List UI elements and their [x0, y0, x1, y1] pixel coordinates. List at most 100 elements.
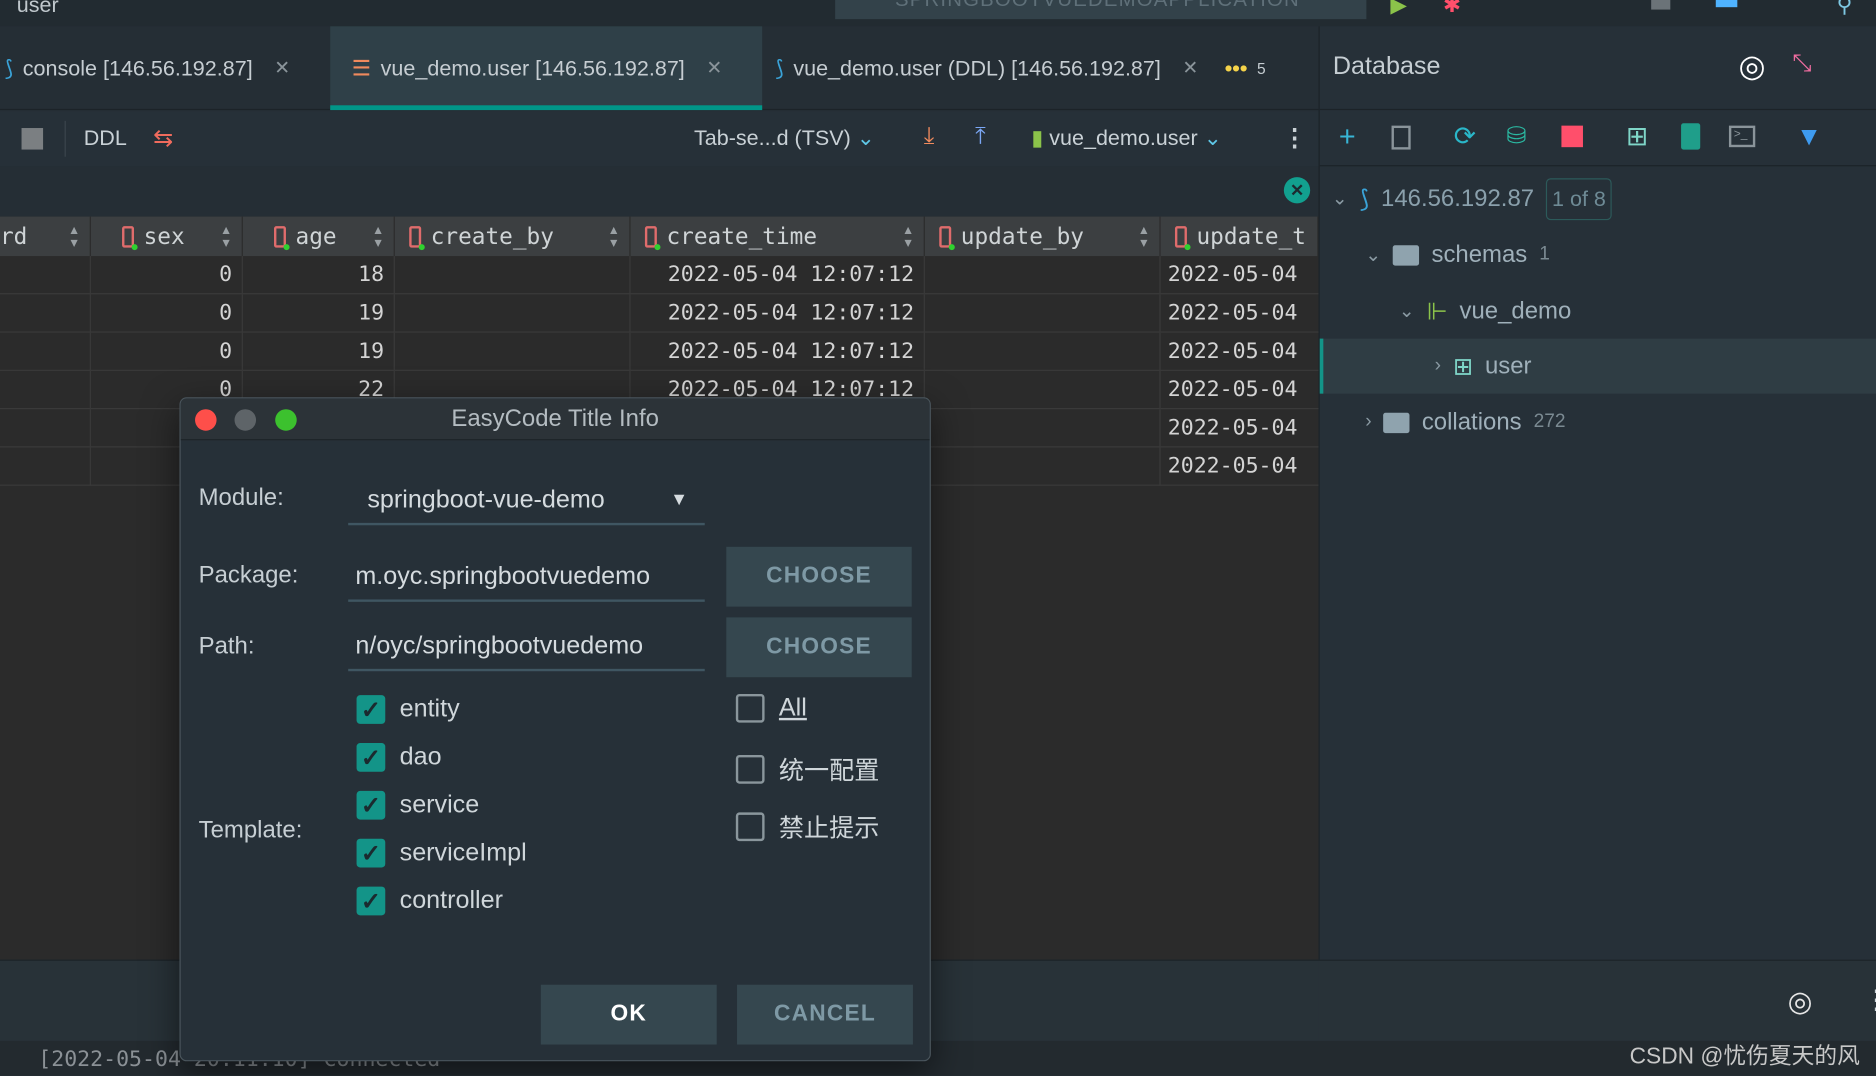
debug-icon[interactable]: ✱: [1443, 0, 1461, 18]
table-cell[interactable]: 19: [242, 332, 395, 371]
tab-vue-demo-user-ddl[interactable]: ⟆ vue_demo.user (DDL) [146.56.192.87] ✕ …: [775, 26, 1301, 110]
column-header-age[interactable]: age ▲ ▼: [242, 216, 395, 257]
more-options-icon[interactable]: ⋮: [1864, 48, 1876, 79]
table-cell[interactable]: [924, 447, 1161, 486]
module-select[interactable]: springboot-vue-demo ▼: [348, 475, 705, 526]
template-checkbox-service[interactable]: ✓ service: [356, 790, 479, 820]
column-header-password[interactable]: rd ▲ ▼: [0, 216, 91, 257]
table-cell[interactable]: [394, 256, 631, 295]
template-checkbox-controller[interactable]: ✓ controller: [356, 886, 503, 916]
package-input[interactable]: m.oyc.springbootvuedemo: [348, 552, 705, 602]
tree-item-host[interactable]: ⌄ ⟆ 146.56.192.87 1 of 8: [1332, 171, 1612, 226]
checkbox-icon[interactable]: [735, 693, 765, 723]
option-checkbox[interactable]: All: [735, 693, 807, 723]
table-cell[interactable]: [924, 370, 1161, 410]
sort-icon[interactable]: ▲ ▼: [905, 223, 912, 249]
path-input[interactable]: n/oyc/springbootvuedemo: [348, 621, 705, 672]
choose-path-button[interactable]: CHOOSE: [726, 617, 912, 678]
table-cell[interactable]: 18: [242, 256, 395, 295]
checkbox-icon[interactable]: ✓: [356, 695, 386, 724]
filter-icon[interactable]: ▼: [1796, 121, 1822, 152]
table-cell[interactable]: 0: [90, 332, 243, 371]
more-options-icon[interactable]: ⋮: [1863, 985, 1876, 1016]
table-icon[interactable]: ⊞: [1626, 121, 1648, 152]
add-icon[interactable]: +: [1339, 121, 1356, 155]
search-icon[interactable]: ⚲: [1837, 0, 1853, 18]
table-cell[interactable]: 2022-05-04 12:07:12: [630, 294, 925, 333]
choose-package-button[interactable]: CHOOSE: [726, 546, 912, 607]
console-icon[interactable]: >_: [1728, 125, 1756, 148]
template-checkbox-entity[interactable]: ✓ entity: [356, 695, 460, 724]
option-checkbox[interactable]: 统一配置: [735, 751, 879, 787]
breadcrumb[interactable]: user: [17, 0, 59, 18]
tree-item-schemas[interactable]: ⌄ schemas 1: [1365, 227, 1550, 282]
tree-item-vue-demo[interactable]: ⌄ ⊩ vue_demo: [1399, 284, 1572, 339]
table-cell[interactable]: 2022-05-04: [1160, 447, 1319, 486]
tree-item-collations[interactable]: › collations 272: [1365, 395, 1565, 450]
run-icon[interactable]: ▶: [1390, 0, 1407, 18]
clear-icon[interactable]: ✕: [1283, 177, 1311, 204]
target-icon[interactable]: ◎: [1788, 985, 1813, 1020]
checkbox-icon[interactable]: [735, 812, 765, 842]
table-cell[interactable]: 2022-05-04: [1160, 371, 1319, 410]
close-window-button[interactable]: [195, 409, 217, 431]
stop-icon[interactable]: [21, 128, 44, 150]
import-icon[interactable]: ⤒: [975, 123, 986, 151]
column-header-create-by[interactable]: create_by ▲ ▼: [394, 216, 631, 257]
tab-vue-demo-user[interactable]: ☰ vue_demo.user [146.56.192.87] ✕: [330, 26, 763, 111]
extractor-dropdown[interactable]: Tab-se...d (TSV) ⌄: [694, 126, 875, 151]
structure-icon[interactable]: [1715, 0, 1738, 8]
schema-search-icon[interactable]: ⛁: [1506, 121, 1526, 151]
table-cell[interactable]: [924, 409, 1161, 448]
table-cell[interactable]: [0, 370, 91, 410]
sort-icon[interactable]: ▲ ▼: [223, 223, 230, 249]
table-cell[interactable]: 0: [90, 294, 243, 333]
table-cell[interactable]: [924, 332, 1161, 371]
sort-icon[interactable]: ▲ ▼: [71, 223, 78, 249]
table-cell[interactable]: 2022-05-04: [1160, 333, 1319, 371]
checkbox-icon[interactable]: ✓: [356, 743, 386, 772]
table-cell[interactable]: 2022-05-04: [1160, 294, 1319, 333]
column-header-update-by[interactable]: update_by ▲ ▼: [924, 216, 1161, 257]
sort-icon[interactable]: ▲ ▼: [374, 223, 381, 249]
tree-item-user-selected[interactable]: [1319, 338, 1876, 394]
checkbox-icon[interactable]: ✓: [356, 838, 386, 868]
stop-icon[interactable]: [1651, 0, 1671, 10]
template-checkbox-dao[interactable]: ✓ dao: [356, 743, 442, 772]
table-cell[interactable]: [0, 447, 91, 486]
compare-icon[interactable]: ⇆: [153, 123, 173, 153]
table-cell[interactable]: 0: [90, 256, 243, 295]
table-cell[interactable]: 2022-05-04: [1160, 256, 1319, 295]
column-header-sex[interactable]: sex ▲ ▼: [90, 216, 243, 257]
tab-console[interactable]: ⟆ console [146.56.192.87] ✕: [0, 26, 330, 110]
more-options-icon[interactable]: ⋮: [1283, 123, 1307, 153]
column-header-create-time[interactable]: create_time ▲ ▼: [630, 216, 925, 257]
checkbox-icon[interactable]: [735, 754, 765, 784]
disconnect-icon[interactable]: [1561, 125, 1583, 148]
cancel-button[interactable]: CANCEL: [737, 984, 913, 1045]
target-dropdown[interactable]: ▮ vue_demo.user ⌄: [1031, 126, 1221, 151]
table-cell[interactable]: [0, 256, 91, 295]
table-cell[interactable]: 19: [242, 294, 395, 333]
table-cell[interactable]: [0, 332, 91, 371]
table-cell[interactable]: [394, 294, 631, 333]
sort-icon[interactable]: ▲ ▼: [1140, 223, 1147, 249]
target-icon[interactable]: ◎: [1739, 48, 1766, 85]
refresh-icon[interactable]: ⟳: [1454, 121, 1476, 152]
sort-icon[interactable]: ▲ ▼: [610, 223, 617, 249]
close-icon[interactable]: ✕: [706, 56, 722, 80]
copy-icon[interactable]: [1391, 125, 1411, 150]
minimize-window-button[interactable]: [234, 409, 257, 431]
table-cell[interactable]: [0, 294, 91, 333]
collapse-icon[interactable]: ⤡: [1792, 50, 1811, 78]
checkbox-icon[interactable]: ✓: [356, 886, 386, 916]
ok-button[interactable]: OK: [540, 984, 717, 1045]
table-cell[interactable]: [924, 256, 1161, 295]
ddl-button[interactable]: DDL: [84, 126, 127, 151]
close-icon[interactable]: ✕: [1182, 56, 1198, 80]
template-checkbox-serviceimpl[interactable]: ✓ serviceImpl: [356, 838, 527, 868]
tree-item-user[interactable]: › ⊞ user: [1435, 339, 1532, 394]
more-tabs-icon[interactable]: •••: [1225, 56, 1248, 81]
table-cell[interactable]: 2022-05-04 12:07:12: [630, 256, 925, 295]
table-cell[interactable]: 2022-05-04: [1160, 409, 1319, 448]
